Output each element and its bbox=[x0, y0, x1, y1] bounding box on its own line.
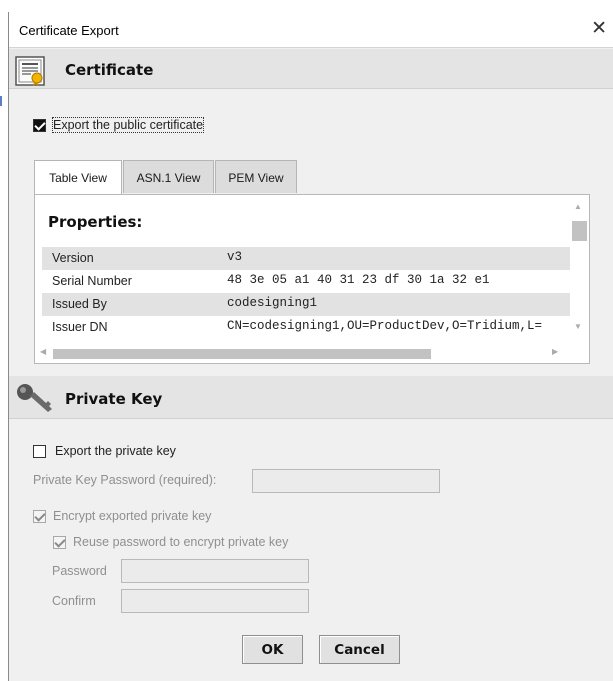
close-icon[interactable]: ✕ bbox=[591, 17, 607, 40]
export-public-certificate-label[interactable]: Export the public certificate bbox=[51, 117, 205, 133]
tab-asn1-view[interactable]: ASN.1 View bbox=[123, 160, 214, 193]
property-key: Version bbox=[52, 251, 94, 265]
tab-table-view[interactable]: Table View bbox=[34, 160, 122, 194]
private-key-section-header: Private Key bbox=[9, 376, 613, 419]
export-private-key-label: Export the private key bbox=[55, 444, 176, 458]
password-label: Password bbox=[52, 564, 107, 578]
property-row: Issuer DN CN=codesigning1,OU=ProductDev,… bbox=[42, 316, 570, 339]
property-key: Issuer DN bbox=[52, 320, 108, 334]
cancel-button[interactable]: Cancel bbox=[319, 635, 400, 664]
reuse-password-label: Reuse password to encrypt private key bbox=[73, 535, 289, 549]
scroll-right-icon[interactable]: ▶ bbox=[552, 347, 558, 356]
window-title: Certificate Export bbox=[19, 23, 119, 38]
certificate-section-header: Certificate bbox=[9, 49, 613, 89]
reuse-password-checkbox[interactable] bbox=[53, 536, 66, 549]
background-window-edge bbox=[0, 96, 2, 106]
encrypt-private-key-checkbox[interactable] bbox=[33, 510, 46, 523]
property-key: Issued By bbox=[52, 297, 107, 311]
property-key: Serial Number bbox=[52, 274, 132, 288]
horizontal-scroll-thumb[interactable] bbox=[53, 349, 431, 359]
key-icon bbox=[17, 384, 52, 412]
certificate-view-tabs: Table View ASN.1 View PEM View bbox=[34, 145, 334, 195]
export-public-certificate-checkbox[interactable] bbox=[33, 119, 46, 132]
ok-button[interactable]: OK bbox=[242, 635, 303, 664]
scroll-up-icon[interactable]: ▲ bbox=[574, 202, 582, 211]
tab-pem-view-label: PEM View bbox=[228, 171, 284, 185]
properties-vertical-scrollbar[interactable]: ▲ ▼ bbox=[570, 198, 587, 348]
properties-panel: Properties: Version v3 Serial Number 48 … bbox=[34, 194, 590, 364]
property-row: Serial Number 48 3e 05 a1 40 31 23 df 30… bbox=[42, 270, 570, 293]
encrypt-private-key-label: Encrypt exported private key bbox=[53, 509, 212, 523]
property-value: 48 3e 05 a1 40 31 23 df 30 1a 32 e1 bbox=[227, 273, 490, 287]
properties-horizontal-scrollbar[interactable]: ◀ ▶ bbox=[37, 346, 570, 361]
private-key-section-title: Private Key bbox=[65, 390, 163, 408]
property-value: codesigning1 bbox=[227, 296, 318, 310]
confirm-password-field[interactable] bbox=[121, 589, 309, 613]
vertical-scroll-thumb[interactable] bbox=[572, 221, 587, 241]
password-field[interactable] bbox=[121, 559, 309, 583]
private-key-password-label: Private Key Password (required): bbox=[33, 473, 217, 487]
properties-title: Properties: bbox=[48, 213, 143, 231]
property-value: v3 bbox=[227, 250, 243, 264]
title-bar: Certificate Export ✕ bbox=[9, 12, 613, 48]
tab-table-view-label: Table View bbox=[49, 171, 107, 185]
confirm-label: Confirm bbox=[52, 594, 96, 608]
property-value: CN=codesigning1,OU=ProductDev,O=Tridium,… bbox=[227, 319, 543, 333]
tab-asn1-view-label: ASN.1 View bbox=[136, 171, 201, 185]
scroll-down-icon[interactable]: ▼ bbox=[574, 322, 582, 331]
tab-pem-view[interactable]: PEM View bbox=[215, 160, 297, 193]
certificate-export-dialog: Certificate Export ✕ Certificate Export … bbox=[8, 12, 613, 681]
property-row: Issued By codesigning1 bbox=[42, 293, 570, 316]
certificate-section-title: Certificate bbox=[65, 61, 154, 79]
certificate-icon bbox=[15, 56, 45, 86]
private-key-password-field[interactable] bbox=[252, 469, 440, 493]
scroll-left-icon[interactable]: ◀ bbox=[40, 347, 46, 356]
export-private-key-checkbox[interactable] bbox=[33, 445, 46, 458]
property-row: Version v3 bbox=[42, 247, 570, 270]
